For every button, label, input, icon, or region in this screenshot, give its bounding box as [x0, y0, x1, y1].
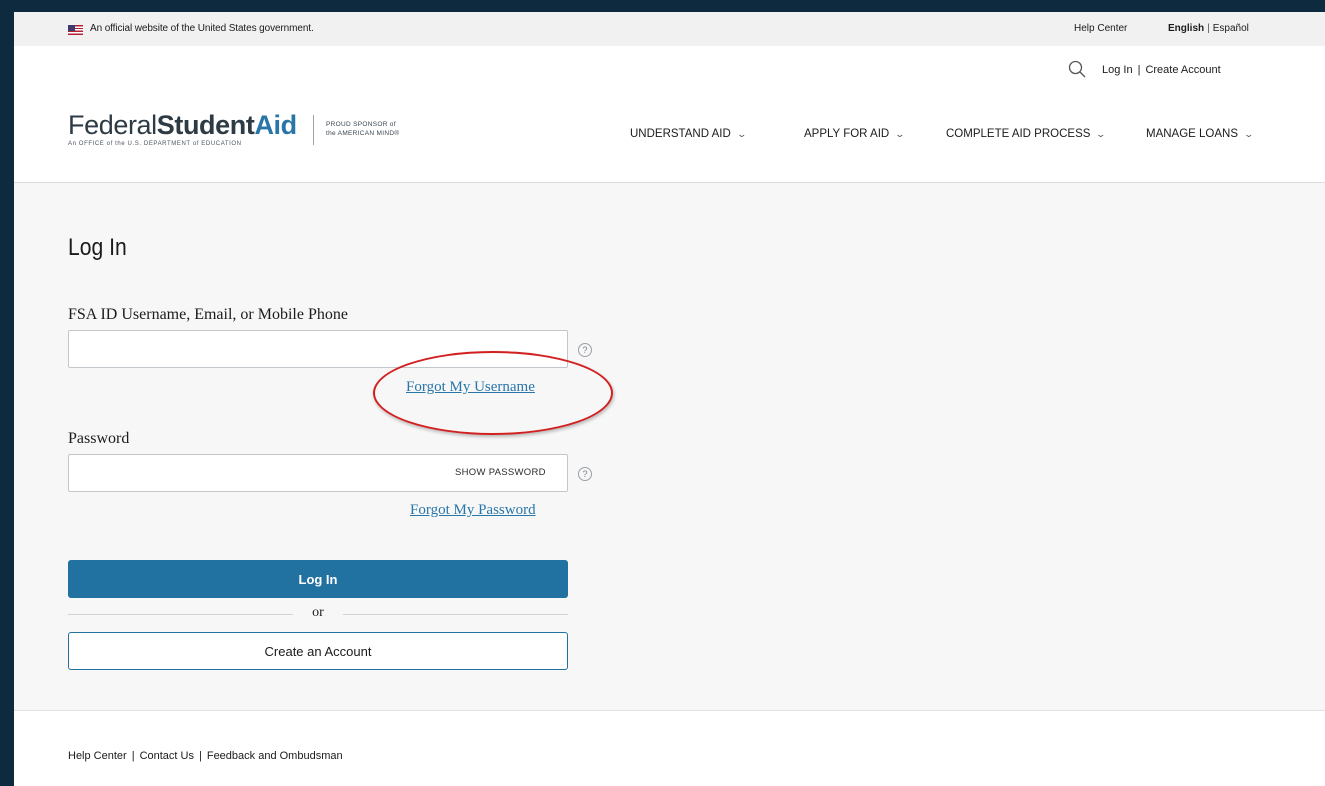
- or-text: or: [312, 605, 324, 620]
- page-title: Log In: [68, 234, 127, 261]
- nav-manage-loans[interactable]: MANAGE LOANS ⌄: [1146, 128, 1255, 140]
- show-password-toggle[interactable]: SHOW PASSWORD: [455, 467, 546, 478]
- sponsor-tagline: PROUD SPONSOR of the AMERICAN MIND®: [326, 120, 399, 138]
- lang-english[interactable]: English: [1168, 23, 1204, 34]
- footer-divider-bar: |: [131, 750, 135, 762]
- create-account-link[interactable]: Create Account: [1145, 64, 1220, 76]
- language-switcher: English | Español: [1168, 23, 1249, 34]
- logo-student: Student: [156, 110, 255, 140]
- account-links: Log In | Create Account: [1102, 64, 1221, 76]
- logo-federal: Federal: [68, 110, 157, 140]
- chevron-down-icon: ⌄: [894, 128, 906, 139]
- or-divider: or: [68, 605, 568, 622]
- sponsor-line-2: the AMERICAN MIND®: [326, 130, 400, 137]
- footer-contact-link[interactable]: Contact Us: [140, 750, 194, 762]
- gov-banner: An official website of the United States…: [14, 12, 1325, 46]
- annotation-circle: [373, 351, 613, 435]
- lang-spanish[interactable]: Español: [1213, 23, 1249, 34]
- login-button[interactable]: Log In: [68, 560, 568, 598]
- footer-divider: [14, 710, 1325, 711]
- nav-label: UNDERSTAND AID: [630, 128, 731, 140]
- footer-links: Help Center | Contact Us | Feedback and Ombu…: [68, 750, 343, 762]
- logo-office-text: An OFFICE of the U.S. DEPARTMENT of EDUC…: [68, 141, 242, 147]
- footer-feedback-link[interactable]: Feedback and Ombudsman: [207, 750, 343, 762]
- nav-label: COMPLETE AID PROCESS: [946, 128, 1091, 140]
- chevron-down-icon: ⌄: [736, 128, 747, 139]
- main-content: [14, 183, 1325, 710]
- footer-divider-bar: |: [198, 750, 202, 762]
- nav-complete-aid-process[interactable]: COMPLETE AID PROCESS ⌄: [946, 128, 1146, 140]
- account-divider: |: [1137, 64, 1141, 76]
- nav-understand-aid[interactable]: UNDERSTAND AID ⌄: [630, 128, 804, 140]
- nav-label: APPLY FOR AID: [804, 128, 890, 140]
- us-flag-icon: [68, 25, 83, 35]
- footer-help-center-link[interactable]: Help Center: [68, 750, 127, 762]
- forgot-password-link[interactable]: Forgot My Password: [410, 502, 536, 519]
- main-nav: UNDERSTAND AID ⌄ APPLY FOR AID ⌄ COMPLETE …: [630, 128, 1255, 140]
- create-account-button[interactable]: Create an Account: [68, 632, 568, 670]
- logo-divider: [313, 115, 314, 145]
- help-icon[interactable]: ?: [578, 343, 592, 357]
- official-site-text: An official website of the United States…: [90, 23, 314, 34]
- utility-bar: Log In | Create Account: [14, 60, 1325, 82]
- browser-page: An official website of the United States…: [14, 12, 1325, 786]
- help-icon[interactable]: ?: [578, 467, 592, 481]
- login-link[interactable]: Log In: [1102, 64, 1133, 76]
- nav-label: MANAGE LOANS: [1146, 128, 1239, 140]
- chevron-down-icon: ⌄: [1095, 128, 1107, 139]
- fsa-logo[interactable]: FederalStudentAid An OFFICE of the U.S. …: [68, 110, 297, 150]
- help-center-link[interactable]: Help Center: [1074, 23, 1127, 34]
- chevron-down-icon: ⌄: [1243, 128, 1255, 139]
- lang-divider: |: [1207, 23, 1210, 34]
- search-icon[interactable]: [1068, 60, 1086, 78]
- username-label: FSA ID Username, Email, or Mobile Phone: [68, 306, 348, 323]
- nav-apply-for-aid[interactable]: APPLY FOR AID ⌄: [804, 128, 946, 140]
- password-label: Password: [68, 430, 130, 447]
- logo-wordmark: FederalStudentAid: [68, 110, 297, 140]
- logo-aid: Aid: [254, 110, 297, 140]
- sponsor-line-1: PROUD SPONSOR of: [326, 121, 396, 128]
